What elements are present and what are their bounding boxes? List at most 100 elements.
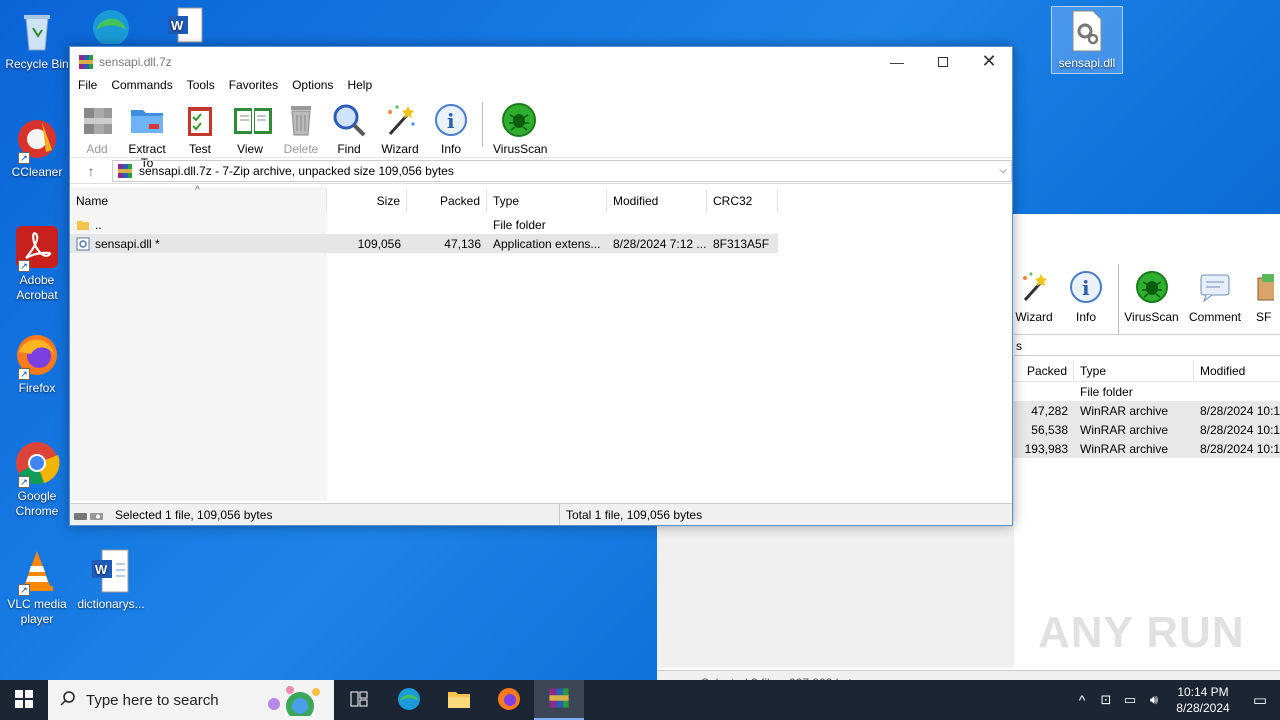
test-button[interactable]: Test — [180, 96, 220, 157]
column-crc32[interactable]: CRC32 — [707, 189, 778, 213]
bg-tool-label: Info — [1075, 310, 1096, 324]
close-button[interactable]: ✕ — [966, 47, 1012, 76]
dll-file-icon — [1067, 9, 1107, 53]
menu-bar: File Commands Tools Favorites Options He… — [70, 76, 1012, 96]
chevron-up-icon[interactable]: ^ — [1070, 692, 1094, 708]
bg-column-packed[interactable]: Packed — [1014, 360, 1074, 381]
cell-type: Application extens... — [493, 237, 601, 251]
desktop-icon-adobe-acrobat[interactable]: ↗ Adobe Acrobat — [2, 224, 72, 303]
bg-tool-label: Wizard — [1015, 310, 1053, 324]
virusscan-button[interactable]: VirusScan — [493, 96, 547, 157]
virusscan-icon — [501, 102, 537, 138]
column-type[interactable]: Type — [487, 189, 607, 213]
wizard-button[interactable]: Wizard — [376, 96, 424, 157]
file-list[interactable]: Name ^ Size Packed Type Modified CRC32 .… — [70, 185, 1012, 501]
view-button[interactable]: View — [227, 96, 273, 157]
minimize-button[interactable]: — — [874, 47, 920, 76]
bg-sfx-button[interactable]: SF — [1246, 264, 1274, 334]
desktop-icon-dictionary-doc[interactable]: W dictionarys... — [76, 548, 146, 612]
maximize-icon — [938, 56, 948, 67]
clock-time: 10:14 PM — [1177, 685, 1229, 699]
find-button[interactable]: Find — [329, 96, 369, 157]
column-name[interactable]: Name ^ — [70, 185, 327, 213]
desktop-icon-vlc[interactable]: ↗ VLC media player — [2, 548, 72, 627]
maximize-button[interactable] — [920, 47, 966, 76]
winrar-window[interactable]: sensapi.dll.7z — ✕ File Commands Tools F… — [69, 46, 1013, 526]
bg-cell-modified: 8/28/2024 10:1... — [1200, 404, 1280, 418]
display-icon[interactable]: ▭ — [1118, 692, 1142, 708]
bg-tool-label: VirusScan — [1124, 310, 1179, 324]
winrar-app-icon — [78, 54, 94, 70]
bg-info-button[interactable]: i Info — [1054, 264, 1118, 334]
sfx-icon — [1256, 270, 1274, 304]
status-selected-text: Selected 1 file, 109,056 bytes — [115, 508, 273, 522]
cell-name: .. — [70, 215, 327, 234]
firefox-icon: ↗ — [14, 332, 60, 380]
background-toolbar: Wizard i Info VirusScan Comment SF — [1014, 264, 1280, 334]
column-size[interactable]: Size — [327, 189, 407, 213]
shortcut-arrow-icon: ↗ — [18, 152, 30, 164]
bg-virusscan-button[interactable]: VirusScan — [1118, 264, 1184, 334]
bg-list-item[interactable]: File folder — [1014, 382, 1280, 401]
address-bar[interactable]: sensapi.dll.7z - 7-Zip archive, unpacked… — [112, 159, 1012, 182]
delete-button[interactable]: Delete — [280, 96, 322, 157]
taskbar-file-explorer[interactable] — [434, 680, 484, 720]
chevron-down-icon[interactable]: ⌵ — [995, 165, 1011, 176]
network-icon[interactable]: ⊡ — [1094, 692, 1118, 708]
bg-column-modified[interactable]: Modified — [1194, 360, 1280, 381]
shortcut-arrow-icon: ↗ — [18, 584, 30, 596]
bg-wizard-button[interactable]: Wizard — [1014, 264, 1054, 334]
taskbar-winrar[interactable] — [534, 680, 584, 720]
svg-text:W: W — [171, 18, 184, 33]
menu-file[interactable]: File — [72, 76, 105, 96]
trash-icon — [283, 102, 319, 138]
bg-list-item[interactable]: 56,538 WinRAR archive 8/28/2024 10:1... — [1014, 420, 1280, 439]
bg-comment-button[interactable]: Comment — [1184, 264, 1246, 334]
cell-packed: 47,136 — [444, 237, 481, 251]
cell-name: sensapi.dll * — [70, 234, 327, 253]
desktop-icon-google-chrome[interactable]: ↗ Google Chrome — [2, 440, 72, 519]
bg-address-bar[interactable]: s — [1014, 334, 1280, 356]
taskbar-edge[interactable] — [384, 680, 434, 720]
bg-cell-modified: 8/28/2024 10:1... — [1200, 423, 1280, 437]
taskbar-search-box[interactable]: Type here to search — [48, 680, 334, 720]
column-packed[interactable]: Packed — [407, 189, 487, 213]
info-button[interactable]: i Info — [431, 96, 471, 157]
address-bar-row: ↑ sensapi.dll.7z - 7-Zip archive, unpack… — [70, 158, 1012, 184]
volume-icon[interactable]: 🔊︎ — [1142, 692, 1166, 708]
file-row-parent-folder[interactable]: .. File folder — [70, 215, 778, 234]
virusscan-icon — [1135, 270, 1169, 304]
desktop-icon-label: Firefox — [18, 381, 56, 395]
bg-tool-label: SF — [1256, 310, 1272, 324]
edge-icon — [88, 4, 134, 50]
watermark-text: ANY RUN — [1038, 608, 1245, 657]
desktop-icon-sensapi-dll[interactable]: sensapi.dll — [1051, 6, 1123, 74]
column-modified[interactable]: Modified — [607, 189, 707, 213]
bg-list-item[interactable]: 193,983 WinRAR archive 8/28/2024 10:1... — [1014, 439, 1280, 458]
desktop-icon-recycle-bin[interactable]: Recycle Bin — [2, 8, 72, 72]
menu-commands[interactable]: Commands — [105, 76, 180, 96]
menu-favorites[interactable]: Favorites — [223, 76, 286, 96]
notifications-icon[interactable]: ▭ — [1240, 691, 1280, 709]
desktop-icon-firefox[interactable]: ↗ Firefox — [2, 332, 72, 396]
task-view-button[interactable] — [334, 680, 384, 720]
menu-help[interactable]: Help — [341, 76, 380, 96]
taskbar: Type here to search ^ ⊡ ▭ 🔊︎ 10:14 PM 8/… — [0, 680, 1280, 720]
file-row-sensapi-dll[interactable]: sensapi.dll * 109,056 47,136 Application… — [70, 234, 778, 253]
recycle-bin-icon — [14, 8, 60, 54]
bg-list-item[interactable]: 47,282 WinRAR archive 8/28/2024 10:1... — [1014, 401, 1280, 420]
bg-cell-type: WinRAR archive — [1080, 404, 1169, 418]
bg-column-type[interactable]: Type — [1074, 360, 1194, 381]
add-button[interactable]: Add — [80, 96, 114, 157]
extract-to-button[interactable]: Extract To — [121, 96, 173, 170]
desktop-icon-ccleaner[interactable]: ↗ CCleaner — [2, 116, 72, 180]
taskbar-firefox[interactable] — [484, 680, 534, 720]
menu-options[interactable]: Options — [286, 76, 341, 96]
title-bar[interactable]: sensapi.dll.7z — ✕ — [70, 47, 1012, 76]
up-one-level-button[interactable]: ↑ — [70, 163, 112, 179]
start-button[interactable] — [0, 680, 48, 720]
up-arrow-icon: ↑ — [87, 162, 95, 179]
clock[interactable]: 10:14 PM 8/28/2024 — [1166, 684, 1240, 716]
menu-tools[interactable]: Tools — [181, 76, 223, 96]
edge-icon — [397, 687, 421, 714]
